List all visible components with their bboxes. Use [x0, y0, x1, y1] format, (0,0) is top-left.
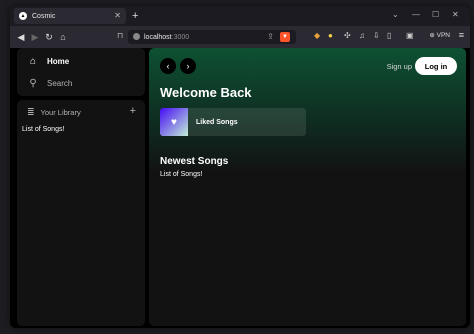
home-browser-icon[interactable]: ⌂: [56, 32, 70, 42]
library-panel: ≣ Your Library + List of Songs!: [17, 100, 145, 326]
liked-songs-label: Liked Songs: [196, 118, 238, 126]
heart-icon: ♥: [160, 108, 188, 136]
url-host: localhost: [144, 33, 172, 41]
tab-bar: ▲ Cosmic ✕ + ⌄ — ☐ ✕: [10, 6, 470, 26]
back-arrow-button[interactable]: ‹: [160, 58, 176, 74]
forward-arrow-button[interactable]: ›: [180, 58, 196, 74]
library-list-text: List of Songs!: [22, 126, 65, 133]
close-tab-icon[interactable]: ✕: [114, 11, 121, 20]
wallet-icon[interactable]: ▣: [406, 31, 414, 40]
forward-icon[interactable]: ▶: [28, 32, 42, 43]
sidebar-nav: ⌂ Home ⚲ Search: [17, 48, 145, 96]
new-tab-icon[interactable]: +: [132, 10, 138, 22]
browser-window: ▲ Cosmic ✕ + ⌄ — ☐ ✕ ◀ ▶ ↻ ⌂ ⊓ localhost…: [10, 6, 470, 328]
share-icon[interactable]: ⇪: [267, 32, 274, 41]
vpn-button[interactable]: ⊕ VPN: [429, 31, 450, 39]
page-title: Welcome Back: [160, 85, 252, 100]
liked-songs-card[interactable]: ♥ Liked Songs: [160, 108, 306, 136]
tab-list-icon[interactable]: ⌄: [392, 10, 399, 19]
home-icon: ⌂: [29, 56, 37, 67]
tab-title: Cosmic: [32, 12, 56, 20]
brave-shields-icon[interactable]: ▼: [280, 32, 290, 42]
home-label: Home: [47, 57, 70, 66]
newest-songs-heading: Newest Songs: [160, 156, 229, 167]
url-port: :3000: [171, 33, 190, 41]
extension-icon[interactable]: ●: [328, 31, 333, 40]
signup-button[interactable]: Sign up: [387, 62, 412, 71]
menu-icon[interactable]: ≡: [459, 30, 464, 40]
minimize-icon[interactable]: —: [412, 10, 420, 19]
address-bar[interactable]: localhost:3000 ⇪ ▼: [128, 30, 296, 44]
library-icon: ≣: [27, 107, 35, 117]
tab-cosmic[interactable]: ▲ Cosmic ✕: [14, 8, 126, 24]
cosmic-favicon-icon: ▲: [19, 12, 27, 20]
main-content: ‹ › Sign up Log in Welcome Back ♥ Liked …: [149, 48, 466, 326]
sidebar-item-search[interactable]: ⚲ Search: [27, 78, 72, 89]
browser-toolbar: ◀ ▶ ↻ ⌂ ⊓ localhost:3000 ⇪ ▼ ◆ ● ✣ ♫ ⇩ ▯…: [10, 26, 470, 48]
search-icon: ⚲: [29, 78, 37, 89]
newest-songs-list-text: List of Songs!: [160, 171, 203, 178]
download-icon[interactable]: ⇩: [373, 31, 380, 40]
add-playlist-icon[interactable]: +: [130, 105, 136, 117]
vpn-label: VPN: [436, 32, 450, 39]
sidebar-toggle-icon[interactable]: ▯: [387, 31, 391, 40]
close-window-icon[interactable]: ✕: [452, 10, 459, 19]
library-label: Your Library: [40, 108, 81, 117]
music-icon[interactable]: ♫: [359, 31, 365, 40]
back-icon[interactable]: ◀: [14, 32, 28, 43]
search-label: Search: [47, 79, 73, 88]
sidebar-item-home[interactable]: ⌂ Home: [27, 56, 69, 67]
metamask-icon[interactable]: ◆: [314, 31, 320, 40]
bookmark-icon[interactable]: ⊓: [117, 31, 123, 40]
page-content: ⌂ Home ⚲ Search ≣ Your Library + List of…: [10, 48, 470, 328]
maximize-icon[interactable]: ☐: [432, 10, 439, 19]
login-button[interactable]: Log in: [415, 57, 457, 75]
site-info-icon[interactable]: [133, 33, 140, 40]
puzzle-icon[interactable]: ✣: [344, 31, 351, 40]
library-header[interactable]: ≣ Your Library: [27, 107, 81, 118]
reload-icon[interactable]: ↻: [42, 32, 56, 43]
